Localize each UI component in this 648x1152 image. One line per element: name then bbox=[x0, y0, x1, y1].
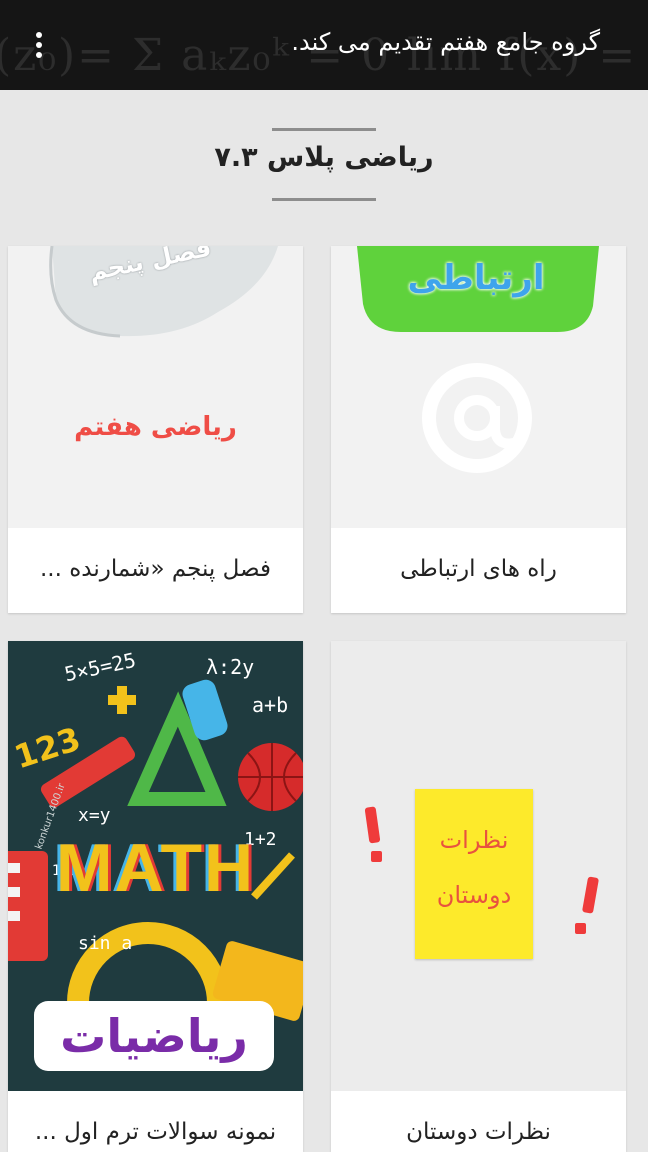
card-caption-comments: نظرات دوستان bbox=[406, 1119, 551, 1145]
math-formula-6: sin a bbox=[78, 933, 133, 954]
math-formula-4: x=y bbox=[78, 805, 111, 826]
paper-scrap-illustration bbox=[49, 246, 278, 338]
more-vert-icon[interactable] bbox=[18, 26, 58, 66]
math-persian-title: ریاضیات bbox=[34, 1001, 274, 1071]
chapter-image-text: ریاضی هفتم bbox=[74, 412, 237, 442]
app-bar-title: گروه جامع هفتم تقدیم می کند. bbox=[291, 28, 600, 56]
page-header: ریاضی پلاس ۷.۳ bbox=[0, 90, 648, 240]
card-caption-chapter: فصل پنجم «شمارنده ... bbox=[40, 556, 271, 582]
card-caption-questions: نمونه سوالات ترم اول ... bbox=[34, 1119, 277, 1145]
card-image-contact: ارتباطی bbox=[331, 246, 626, 528]
at-sign-icon bbox=[422, 363, 532, 473]
card-chapter-five[interactable]: فصل پنجم ریاضی هفتم فصل پنجم «شمارنده ..… bbox=[8, 246, 303, 613]
header-divider-top bbox=[272, 128, 376, 131]
app-bar: (z₀)= Σ aₖz₀ᵏ = 0 lim f(x) = lim گروه جا… bbox=[0, 0, 648, 90]
math-formula-2: λ:2y bbox=[206, 655, 255, 679]
card-contact-ways[interactable]: ارتباطی راه های ارتباطی bbox=[331, 246, 626, 613]
card-friends-comments[interactable]: نظرات دوستان نظرات دوستان bbox=[331, 641, 626, 1152]
exclamation-marks bbox=[364, 806, 599, 934]
card-image-comments: نظرات دوستان bbox=[331, 641, 626, 1091]
exclamation-right-icon bbox=[575, 876, 599, 934]
card-image-chapter: فصل پنجم ریاضی هفتم bbox=[8, 246, 303, 528]
card-image-math: 5×5=25 λ:2y a+b x=y 1+2 sin a 123 1/2 ko… bbox=[8, 641, 303, 1091]
math-formula-3: a+b bbox=[252, 693, 289, 717]
page-title: ریاضی پلاس ۷.۳ bbox=[214, 142, 434, 173]
card-caption-contact: راه های ارتباطی bbox=[400, 556, 557, 582]
exclamation-left-icon bbox=[364, 806, 382, 862]
card-sample-questions[interactable]: 5×5=25 λ:2y a+b x=y 1+2 sin a 123 1/2 ko… bbox=[8, 641, 303, 1152]
contact-banner-text: ارتباطی bbox=[407, 258, 545, 298]
header-divider-bottom bbox=[272, 198, 376, 201]
math-title: MATH bbox=[55, 830, 256, 906]
